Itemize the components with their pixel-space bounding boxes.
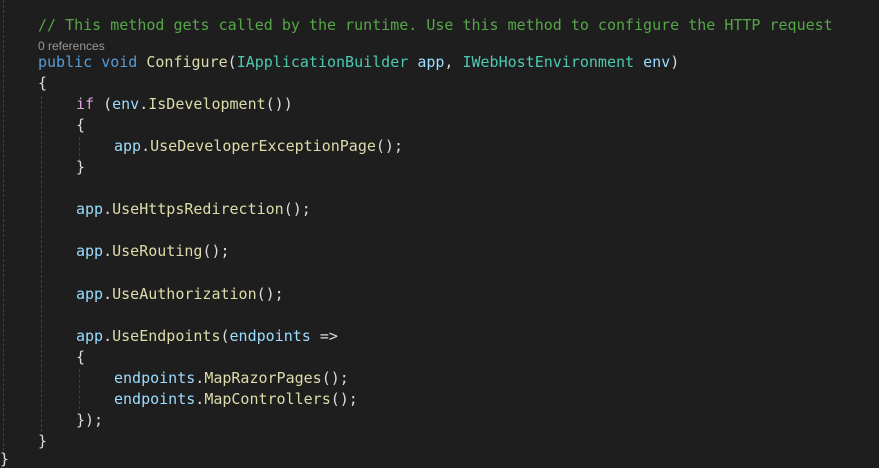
env-ref: env [112, 95, 140, 113]
endpoints-ref: endpoints [114, 369, 196, 387]
lambda-close[interactable]: }); [76, 410, 103, 431]
method-name: Configure [146, 53, 228, 71]
type-iwebhostenvironment: IWebHostEnvironment [462, 53, 635, 71]
lambda-open-brace[interactable]: { [76, 347, 85, 368]
app-ref: app [76, 285, 104, 303]
keyword-public: public [38, 53, 93, 71]
keyword-if: if [76, 95, 95, 113]
endpoints-ref: endpoints [114, 390, 196, 408]
app-ref: app [114, 137, 142, 155]
lambda-arrow: => [310, 327, 338, 345]
usehttpsredirection-method: UseHttpsRedirection [112, 200, 284, 218]
if-open-brace[interactable]: { [76, 115, 85, 136]
routing-line[interactable]: app.UseRouting(); [76, 241, 230, 262]
authorization-line[interactable]: app.UseAuthorization(); [76, 284, 284, 305]
userouting-method: UseRouting [112, 242, 203, 260]
open-paren: ( [227, 53, 237, 71]
app-ref: app [76, 242, 104, 260]
endpoints-param: endpoints [229, 327, 311, 345]
dot: . [139, 95, 149, 113]
dev-exception-line[interactable]: app.UseDeveloperExceptionPage(); [114, 136, 403, 157]
useendpoints-method: UseEndpoints [112, 327, 221, 345]
useauthorization-method: UseAuthorization [112, 285, 257, 303]
maprazorpages-method: MapRazorPages [204, 369, 322, 387]
usedeveloperexceptionpage-method: UseDeveloperExceptionPage [150, 137, 376, 155]
indent-guide-lambda [79, 369, 80, 409]
map-razor-pages-line[interactable]: endpoints.MapRazorPages(); [114, 368, 349, 389]
param-app: app [417, 53, 445, 71]
endpoints-line[interactable]: app.UseEndpoints(endpoints => [76, 326, 338, 347]
indent-guide-method [41, 96, 42, 432]
param-env: env [643, 53, 671, 71]
isdevelopment-method: IsDevelopment [148, 95, 266, 113]
app-ref: app [76, 200, 104, 218]
comma: , [444, 53, 463, 71]
if-close: ()) [265, 95, 293, 113]
method-open-brace[interactable]: { [38, 73, 47, 94]
type-iapplicationbuilder: IApplicationBuilder [236, 53, 409, 71]
method-close-brace[interactable]: } [38, 431, 47, 452]
class-close-brace: } [0, 450, 10, 468]
codelens-references[interactable]: 0 references [38, 39, 105, 53]
app-ref: app [76, 327, 104, 345]
if-open: ( [94, 95, 113, 113]
if-line[interactable]: if (env.IsDevelopment()) [76, 94, 293, 115]
if-close-brace[interactable]: } [76, 157, 85, 178]
comment-line: // This method gets called by the runtim… [38, 16, 833, 34]
indent-guide-outer [3, 0, 4, 466]
keyword-void: void [101, 53, 138, 71]
https-redirection-line[interactable]: app.UseHttpsRedirection(); [76, 199, 311, 220]
map-controllers-line[interactable]: endpoints.MapControllers(); [114, 389, 358, 410]
method-signature-line[interactable]: public void Configure(IApplicationBuilde… [38, 52, 679, 73]
mapcontrollers-method: MapControllers [204, 390, 331, 408]
close-paren: ) [670, 53, 680, 71]
code-editor[interactable]: // This method gets called by the runtim… [0, 0, 879, 468]
